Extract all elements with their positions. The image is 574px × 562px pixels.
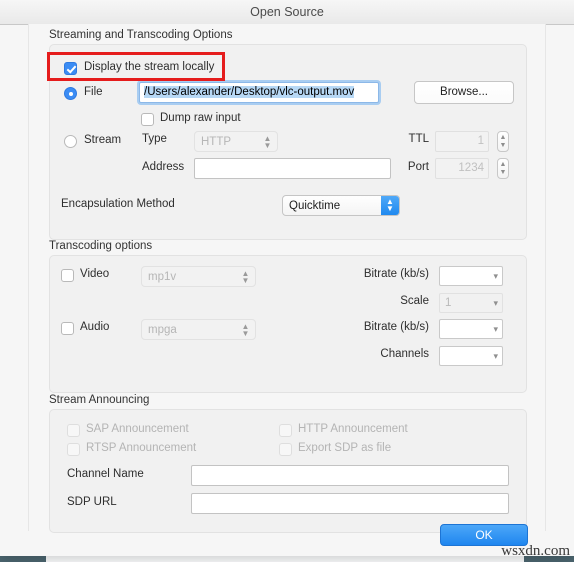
dialog-body: Streaming and Transcoding Options Displa… xyxy=(28,24,546,533)
audio-checkbox[interactable] xyxy=(61,322,74,335)
port-value: 1234 xyxy=(458,162,484,174)
http-announcement-checkbox[interactable] xyxy=(279,424,292,437)
dialog-title: Open Source xyxy=(250,5,324,19)
stepper-down-icon[interactable]: ▼ xyxy=(498,169,508,177)
port-input[interactable]: 1234 xyxy=(435,158,489,179)
browse-button[interactable]: Browse... xyxy=(414,81,514,104)
channels-label: Channels xyxy=(380,348,429,360)
stream-type-value: HTTP xyxy=(201,136,232,148)
export-sdp-checkbox[interactable] xyxy=(279,443,292,456)
encapsulation-popup[interactable]: Quicktime ▲ ▼ xyxy=(282,195,400,216)
transcoding-section-title: Transcoding options xyxy=(49,240,153,252)
stream-type-popup[interactable]: HTTP ▲ ▼ xyxy=(194,131,278,152)
file-radio-label: File xyxy=(84,86,103,98)
video-codec-value: mp1v xyxy=(148,271,177,283)
stepper-arrows-icon: ▲ ▼ xyxy=(381,196,399,215)
chevron-down-icon: ▾ xyxy=(493,298,498,308)
ttl-stepper[interactable]: ▲ ▼ xyxy=(497,131,509,152)
file-radio[interactable] xyxy=(64,87,77,100)
dump-raw-input-checkbox[interactable] xyxy=(141,113,154,126)
stepper-up-icon[interactable]: ▲ xyxy=(498,134,508,142)
chevron-down-icon: ▾ xyxy=(493,324,498,334)
scale-value: 1 xyxy=(445,297,452,309)
address-input[interactable] xyxy=(194,158,391,179)
address-label: Address xyxy=(142,161,185,173)
file-path-input[interactable]: /Users/alexander/Desktop/vlc-output.mov xyxy=(139,82,379,103)
audio-label: Audio xyxy=(80,321,110,333)
stepper-up-icon[interactable]: ▲ xyxy=(498,161,508,169)
stepper-down-icon[interactable]: ▼ xyxy=(498,142,508,150)
audio-codec-popup[interactable]: mpga ▲ ▼ xyxy=(141,319,256,340)
channel-name-input[interactable] xyxy=(191,465,509,486)
video-codec-popup[interactable]: mp1v ▲ ▼ xyxy=(141,266,256,287)
video-checkbox[interactable] xyxy=(61,269,74,282)
ttl-label: TTL xyxy=(408,133,429,145)
open-source-dialog: Open Source Streaming and Transcoding Op… xyxy=(0,0,574,556)
sap-announcement-label: SAP Announcement xyxy=(86,423,189,435)
stream-radio[interactable] xyxy=(64,135,77,148)
sdp-url-input[interactable] xyxy=(191,493,509,514)
channels-combo[interactable]: ▾ xyxy=(439,346,503,366)
display-stream-locally-checkbox[interactable] xyxy=(64,62,77,75)
announcing-section-title: Stream Announcing xyxy=(49,394,150,406)
sdp-url-label: SDP URL xyxy=(67,496,117,508)
export-sdp-label: Export SDP as file xyxy=(298,442,392,454)
video-label: Video xyxy=(80,268,110,280)
stream-radio-label: Stream xyxy=(84,134,122,146)
ttl-value: 1 xyxy=(477,135,484,147)
rtsp-announcement-checkbox[interactable] xyxy=(67,443,80,456)
scale-label: Scale xyxy=(400,295,429,307)
chevron-down-icon: ▾ xyxy=(493,271,498,281)
port-label: Port xyxy=(407,161,429,173)
dump-raw-input-label: Dump raw input xyxy=(160,112,241,124)
encapsulation-label: Encapsulation Method xyxy=(61,198,175,210)
http-announcement-label: HTTP Announcement xyxy=(298,423,408,435)
video-bitrate-label: Bitrate (kb/s) xyxy=(363,268,429,280)
rtsp-announcement-label: RTSP Announcement xyxy=(86,442,197,454)
file-path-value: /Users/alexander/Desktop/vlc-output.mov xyxy=(144,86,355,98)
channel-name-label: Channel Name xyxy=(67,468,144,480)
sap-announcement-checkbox[interactable] xyxy=(67,424,80,437)
audio-bitrate-label: Bitrate (kb/s) xyxy=(363,321,429,333)
port-stepper[interactable]: ▲ ▼ xyxy=(497,158,509,179)
audio-codec-value: mpga xyxy=(148,324,177,336)
stepper-arrows-icon: ▲ ▼ xyxy=(263,134,272,150)
ttl-input[interactable]: 1 xyxy=(435,131,489,152)
streaming-section-title: Streaming and Transcoding Options xyxy=(49,29,233,41)
stepper-arrows-icon: ▲ ▼ xyxy=(241,269,250,285)
scale-combo[interactable]: 1 ▾ xyxy=(439,293,503,313)
dialog-titlebar[interactable]: Open Source xyxy=(0,0,574,25)
chevron-down-icon: ▾ xyxy=(493,351,498,361)
stepper-arrows-icon: ▲ ▼ xyxy=(241,322,250,338)
encapsulation-value: Quicktime xyxy=(289,200,341,212)
audio-bitrate-combo[interactable]: ▾ xyxy=(439,319,503,339)
video-bitrate-combo[interactable]: ▾ xyxy=(439,266,503,286)
watermark: wsxdn.com xyxy=(501,543,570,559)
display-stream-locally-label: Display the stream locally xyxy=(84,61,215,73)
type-label: Type xyxy=(142,133,167,145)
